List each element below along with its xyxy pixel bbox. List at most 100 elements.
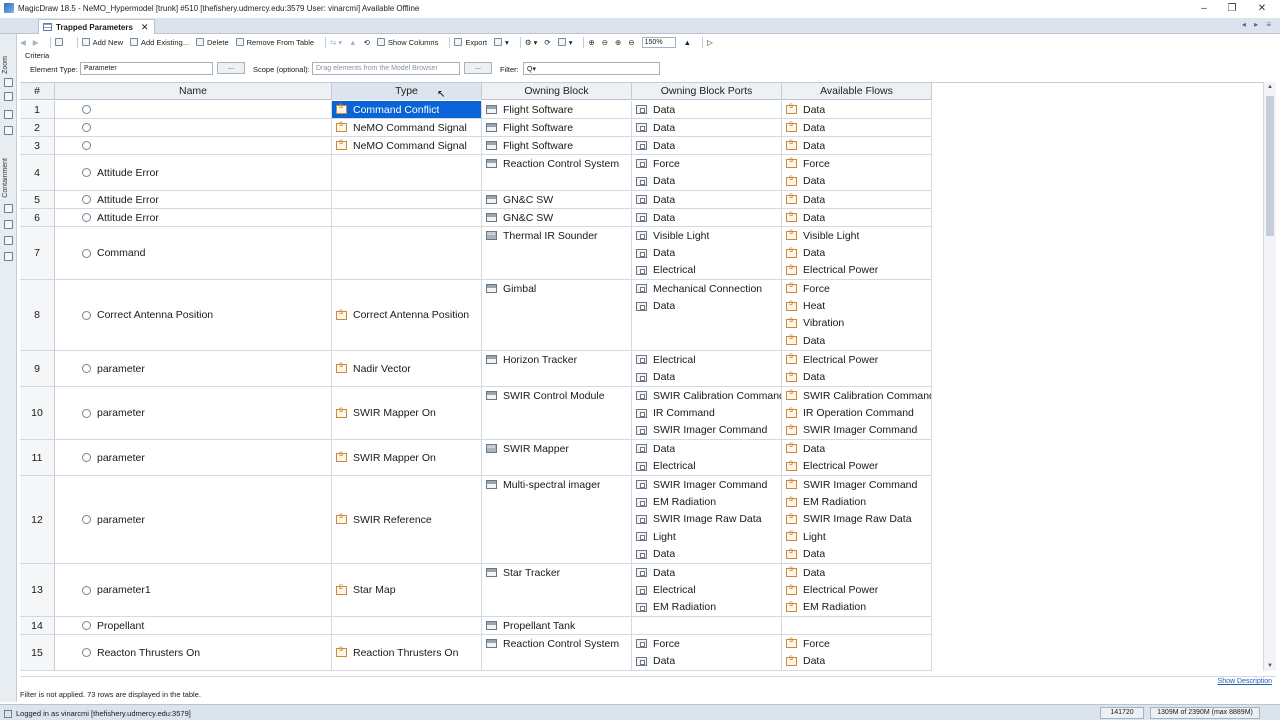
tab-close-icon[interactable]: ✕ (141, 22, 149, 33)
refresh-icon[interactable]: ⟲ (364, 38, 370, 47)
minimize-button[interactable]: – (1190, 0, 1218, 16)
type-cell[interactable]: NeMO Command Signal (332, 119, 482, 136)
close-window-button[interactable]: ✕ (1248, 0, 1276, 16)
available-flows-cell[interactable]: Force Data (782, 635, 932, 670)
dock-tool-icon[interactable] (4, 126, 13, 135)
sync-icon[interactable]: ⟳ (544, 38, 550, 47)
available-flows-cell[interactable]: Data (782, 101, 932, 118)
scope-browse-button[interactable]: ... (464, 62, 492, 74)
add-existing-button[interactable]: Add Existing... (130, 38, 189, 47)
table-row[interactable]: 2 NeMO Command Signal Flight Software Data D… (20, 119, 932, 137)
owning-block-cell[interactable]: Multi-spectral imager (482, 476, 632, 563)
zoom-dock-tab[interactable]: Zoom (2, 56, 9, 74)
list-options-icon[interactable]: ▾ (557, 38, 572, 47)
available-flows-cell[interactable] (782, 617, 932, 634)
name-cell[interactable] (55, 101, 332, 118)
owning-block-cell[interactable]: Flight Software (482, 119, 632, 136)
row-number-cell[interactable]: 10 (20, 387, 55, 439)
owning-block-cell[interactable]: SWIR Control Module (482, 387, 632, 439)
dock-tool-icon[interactable] (4, 204, 13, 213)
table-row[interactable]: 15 Reacton Thrusters On Reaction Thrusters… (20, 635, 932, 671)
column-header-type[interactable]: Type (332, 83, 482, 100)
show-columns-button[interactable]: Show Columns (376, 38, 438, 47)
available-flows-cell[interactable]: Data (782, 119, 932, 136)
type-cell[interactable] (332, 209, 482, 226)
scroll-down-arrow-icon[interactable]: ▼ (1267, 663, 1273, 669)
tab-navigation[interactable]: ◂ ▸ ≡ (1242, 20, 1274, 29)
owning-block-cell[interactable]: Flight Software (482, 101, 632, 118)
owning-block-cell[interactable]: GN&C SW (482, 209, 632, 226)
name-cell[interactable]: Attitude Error (55, 155, 332, 190)
dock-tool-icon[interactable] (4, 236, 13, 245)
select-icon[interactable] (54, 38, 66, 46)
table-row[interactable]: 10 parameter SWIR Mapper On SWIR Control Mo… (20, 387, 932, 440)
available-flows-cell[interactable]: Data (782, 191, 932, 208)
owning-block-cell[interactable]: Propellant Tank (482, 617, 632, 634)
owning-block-cell[interactable]: Gimbal (482, 280, 632, 350)
element-type-field[interactable]: Parameter (80, 62, 213, 75)
type-cell[interactable]: NeMO Command Signal (332, 137, 482, 154)
row-number-cell[interactable]: 9 (20, 351, 55, 386)
dock-tool-icon[interactable] (4, 92, 13, 101)
layout-icon[interactable]: ⇋ ▾ (330, 38, 342, 47)
table-row[interactable]: 8 Correct Antenna Position Correct Antenna… (20, 280, 932, 351)
add-new-button[interactable]: Add New (81, 38, 123, 47)
table-row[interactable]: 7 Command Thermal IR Sounder Visible Light D… (20, 227, 932, 280)
available-flows-cell[interactable]: Data Electrical Power EM Radiation (782, 564, 932, 616)
available-flows-cell[interactable]: Data (782, 209, 932, 226)
collapse-icon[interactable]: ▲ (684, 38, 691, 47)
type-cell[interactable]: Nadir Vector (332, 351, 482, 386)
type-cell[interactable]: Command Conflict (332, 101, 482, 118)
delete-button[interactable]: Delete (195, 38, 229, 47)
dock-tool-icon[interactable] (4, 78, 13, 87)
table-row[interactable]: 6 Attitude Error GN&C SW Data Data (20, 209, 932, 227)
available-flows-cell[interactable]: Data Electrical Power (782, 440, 932, 475)
element-type-browse-button[interactable]: ... (217, 62, 245, 74)
owning-block-cell[interactable]: GN&C SW (482, 191, 632, 208)
owning-block-cell[interactable]: Reaction Control System (482, 155, 632, 190)
owning-block-cell[interactable]: Reaction Control System (482, 635, 632, 670)
export-button[interactable]: Export (454, 38, 487, 47)
table-row[interactable]: 13 parameter1 Star Map Star Tracker Data Elec… (20, 564, 932, 617)
row-number-cell[interactable]: 14 (20, 617, 55, 634)
name-cell[interactable]: parameter1 (55, 564, 332, 616)
type-cell[interactable]: SWIR Mapper On (332, 387, 482, 439)
zoom-reset-icon[interactable]: ⊖ (628, 38, 634, 47)
dock-tool-icon[interactable] (4, 252, 13, 261)
column-header-owning-block-ports[interactable]: Owning Block Ports (632, 83, 782, 100)
expand-panel-icon[interactable]: ▷ (707, 38, 713, 47)
owning-block-ports-cell[interactable] (632, 617, 782, 634)
zoom-level-select[interactable]: 150% (641, 36, 676, 48)
name-cell[interactable]: Propellant (55, 617, 332, 634)
row-number-cell[interactable]: 3 (20, 137, 55, 154)
owning-block-ports-cell[interactable]: Data (632, 119, 782, 136)
table-row[interactable]: 5 Attitude Error GN&C SW Data Data (20, 191, 932, 209)
name-cell[interactable]: parameter (55, 387, 332, 439)
name-cell[interactable]: Attitude Error (55, 209, 332, 226)
available-flows-cell[interactable]: Force Data (782, 155, 932, 190)
name-cell[interactable]: Correct Antenna Position (55, 280, 332, 350)
column-header-owning-block[interactable]: Owning Block (482, 83, 632, 100)
owning-block-ports-cell[interactable]: SWIR Calibration Command IR Command SWIR I… (632, 387, 782, 439)
show-description-link[interactable]: Show Description (1218, 678, 1272, 685)
containment-dock-tab[interactable]: Containment (2, 158, 9, 198)
row-number-cell[interactable]: 2 (20, 119, 55, 136)
available-flows-cell[interactable]: SWIR Calibration Command IR Operation Com… (782, 387, 932, 439)
type-cell[interactable]: Reaction Thrusters On (332, 635, 482, 670)
row-number-cell[interactable]: 12 (20, 476, 55, 563)
maximize-button[interactable]: ❐ (1218, 0, 1246, 16)
table-row[interactable]: 3 NeMO Command Signal Flight Software Data D… (20, 137, 932, 155)
type-cell[interactable]: Correct Antenna Position (332, 280, 482, 350)
available-flows-cell[interactable]: Data (782, 137, 932, 154)
row-number-cell[interactable]: 4 (20, 155, 55, 190)
table-row[interactable]: 11 parameter SWIR Mapper On SWIR Mapper Data… (20, 440, 932, 476)
row-number-cell[interactable]: 11 (20, 440, 55, 475)
forward-arrow-icon[interactable]: ▶ (33, 38, 39, 47)
owning-block-ports-cell[interactable]: Electrical Data (632, 351, 782, 386)
owning-block-ports-cell[interactable]: Mechanical Connection Data (632, 280, 782, 350)
name-cell[interactable] (55, 137, 332, 154)
owning-block-ports-cell[interactable]: Data Electrical (632, 440, 782, 475)
owning-block-cell[interactable]: Thermal IR Sounder (482, 227, 632, 279)
row-number-cell[interactable]: 8 (20, 280, 55, 350)
row-number-cell[interactable]: 7 (20, 227, 55, 279)
